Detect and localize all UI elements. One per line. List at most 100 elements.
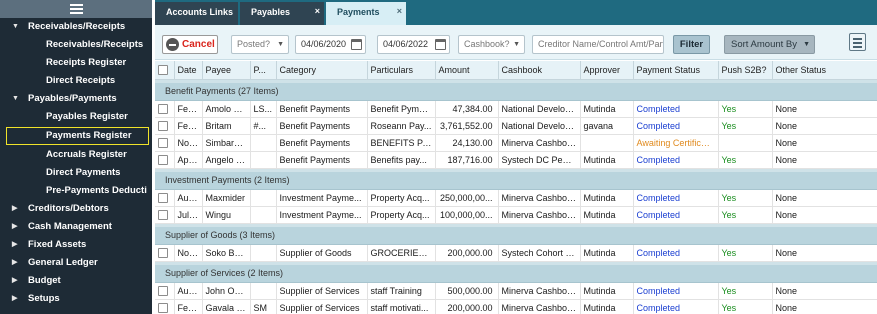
- row-checkbox[interactable]: [158, 103, 168, 114]
- sort-label: Sort Amount By: [731, 39, 798, 50]
- date-from-value: 04/06/2020: [301, 39, 347, 49]
- cell-date: Aug 2, ...: [174, 189, 203, 207]
- cell-category: Investment Payme...: [276, 189, 368, 207]
- tab-accounts-links[interactable]: Accounts Links: [155, 2, 239, 25]
- cell-date: Apr 27, ...: [174, 151, 203, 169]
- sidebar-item-budget[interactable]: ▶ Budget: [0, 272, 152, 290]
- row-checkbox[interactable]: [158, 209, 168, 220]
- group-header-row[interactable]: Supplier of Goods (3 Items): [155, 227, 877, 245]
- caret-right-icon[interactable]: ▶: [12, 272, 17, 290]
- tab-label: Accounts Links: [166, 7, 234, 17]
- sidebar-item-direct-payments[interactable]: Direct Payments: [0, 164, 152, 182]
- cell-amount: 47,384.00: [435, 100, 499, 118]
- calendar-icon[interactable]: [435, 39, 446, 50]
- sidebar-item-setups[interactable]: ▶ Setups: [0, 290, 152, 308]
- group-header-row[interactable]: Benefit Payments (27 Items): [155, 83, 877, 101]
- caret-right-icon[interactable]: ▶: [12, 218, 17, 236]
- cell-status: Completed: [633, 299, 719, 314]
- sidebar-item-payments-register[interactable]: Payments Register: [6, 127, 149, 145]
- sidebar-item-label: Receivables/Receipts: [46, 39, 144, 50]
- cell-amount: 500,000.00: [435, 282, 499, 300]
- column-header-approver[interactable]: Approver: [580, 61, 634, 80]
- table-row[interactable]: Feb 5, ...Gavala Limit...SMSupplier of S…: [155, 299, 877, 314]
- sidebar-item-payables-register[interactable]: Payables Register: [0, 108, 152, 126]
- caret-right-icon[interactable]: ▶: [12, 236, 17, 254]
- sidebar-item-receipts-register[interactable]: Receipts Register: [0, 54, 152, 72]
- column-header-push-s2b[interactable]: Push S2B?: [718, 61, 773, 80]
- table-row[interactable]: Nov 23,...Simbarashe J... Benefit Payment…: [155, 134, 877, 152]
- table-row[interactable]: Aug 29,...John Oenga Supplier of Services…: [155, 282, 877, 300]
- table-row[interactable]: Feb 2, ...Britam#...Benefit PaymentsRose…: [155, 117, 877, 135]
- sidebar-item-fixed-assets[interactable]: ▶ Fixed Assets: [0, 236, 152, 254]
- cashbook-select[interactable]: Cashbook? ▼: [458, 35, 525, 54]
- column-header-cashbook[interactable]: Cashbook: [498, 61, 581, 80]
- column-header-p[interactable]: P...: [250, 61, 277, 80]
- posted-select[interactable]: Posted? ▼: [231, 35, 289, 54]
- close-icon[interactable]: ×: [397, 1, 402, 22]
- column-header-date[interactable]: Date: [174, 61, 203, 80]
- column-menu-button[interactable]: [849, 33, 866, 51]
- sidebar-item-receivables-receipts[interactable]: ▼ Receivables/Receipts: [0, 18, 152, 36]
- column-header-amount[interactable]: Amount: [435, 61, 499, 80]
- row-checkbox[interactable]: [158, 154, 168, 165]
- column-label: Payee: [205, 64, 232, 75]
- cell-p: [250, 151, 277, 169]
- cell-push: Yes: [718, 100, 773, 118]
- date-from-input[interactable]: 04/06/2020: [295, 35, 366, 54]
- sidebar-item-direct-receipts[interactable]: Direct Receipts: [0, 72, 152, 90]
- search-placeholder: Creditor Name/Control Amt/Particulars: [538, 39, 663, 49]
- table-row[interactable]: Jul 22, ...Wingu Investment Payme...Prope…: [155, 206, 877, 224]
- sidebar-item-receivables-receipts[interactable]: Receivables/Receipts: [0, 36, 152, 54]
- caret-right-icon[interactable]: ▶: [12, 200, 17, 218]
- cell-payee: Maxmider: [202, 189, 251, 207]
- select-all-checkbox[interactable]: [158, 65, 168, 76]
- filter-button[interactable]: Filter: [673, 35, 710, 54]
- table-row[interactable]: Feb 7, ...Amolo MaryLS...Benefit Payment…: [155, 100, 877, 118]
- sidebar-toggle[interactable]: [0, 0, 152, 18]
- row-checkbox[interactable]: [158, 120, 168, 131]
- cell-p: #...: [250, 117, 277, 135]
- sidebar-item-pre-payments-deducti[interactable]: Pre-Payments Deducti: [0, 182, 152, 200]
- sidebar-item-general-ledger[interactable]: ▶ General Ledger: [0, 254, 152, 272]
- column-label: Cashbook: [501, 64, 543, 75]
- calendar-icon[interactable]: [351, 39, 362, 50]
- table-row[interactable]: Nov 20,...Soko Bora G... Supplier of Good…: [155, 244, 877, 262]
- caret-right-icon[interactable]: ▶: [12, 290, 17, 308]
- row-checkbox[interactable]: [158, 192, 168, 203]
- column-header-particulars[interactable]: Particulars: [367, 61, 436, 80]
- sort-amount-select[interactable]: Sort Amount By ▼: [724, 35, 815, 54]
- column-header-payment-status[interactable]: Payment Status: [633, 61, 719, 80]
- main-panel: Accounts Links Payables × Payments × Can…: [155, 0, 877, 314]
- close-icon[interactable]: ×: [315, 1, 320, 22]
- sidebar-item-cash-management[interactable]: ▶ Cash Management: [0, 218, 152, 236]
- hamburger-icon[interactable]: [69, 4, 83, 14]
- column-label: Amount: [438, 64, 470, 75]
- cancel-button[interactable]: Cancel: [162, 35, 218, 54]
- cell-cashbook: Minerva Cashbook: [498, 282, 581, 300]
- date-to-input[interactable]: 04/06/2022: [377, 35, 450, 54]
- caret-down-icon[interactable]: ▼: [12, 18, 19, 36]
- sidebar-item-payables-payments[interactable]: ▼ Payables/Payments: [0, 90, 152, 108]
- table-row[interactable]: Apr 27, ...Angelo B La... Benefit Payment…: [155, 151, 877, 169]
- table-row[interactable]: Aug 2, ...Maxmider Investment Payme...Pro…: [155, 189, 877, 207]
- column-label: Push S2B?: [721, 64, 767, 75]
- column-header-other-status[interactable]: Other Status: [772, 61, 877, 80]
- group-header-row[interactable]: Investment Payments (2 Items): [155, 172, 877, 190]
- row-checkbox[interactable]: [158, 285, 168, 296]
- column-header-payee[interactable]: Payee: [202, 61, 251, 80]
- column-label: Date: [177, 64, 197, 75]
- caret-down-icon[interactable]: ▼: [12, 90, 19, 108]
- group-header-row[interactable]: Supplier of Services (2 Items): [155, 265, 877, 283]
- sidebar-item-creditors-debtors[interactable]: ▶ Creditors/Debtors: [0, 200, 152, 218]
- select-all-header[interactable]: [155, 61, 175, 80]
- sidebar-item-accruals-register[interactable]: Accruals Register: [0, 146, 152, 164]
- search-input[interactable]: Creditor Name/Control Amt/Particulars: [532, 35, 664, 54]
- cell-other: None: [772, 206, 877, 224]
- tab-payments[interactable]: Payments ×: [326, 2, 407, 25]
- column-header-category[interactable]: Category: [276, 61, 368, 80]
- row-checkbox[interactable]: [158, 302, 168, 313]
- caret-right-icon[interactable]: ▶: [12, 254, 17, 272]
- row-checkbox[interactable]: [158, 247, 168, 258]
- tab-payables[interactable]: Payables ×: [240, 2, 325, 25]
- row-checkbox[interactable]: [158, 137, 168, 148]
